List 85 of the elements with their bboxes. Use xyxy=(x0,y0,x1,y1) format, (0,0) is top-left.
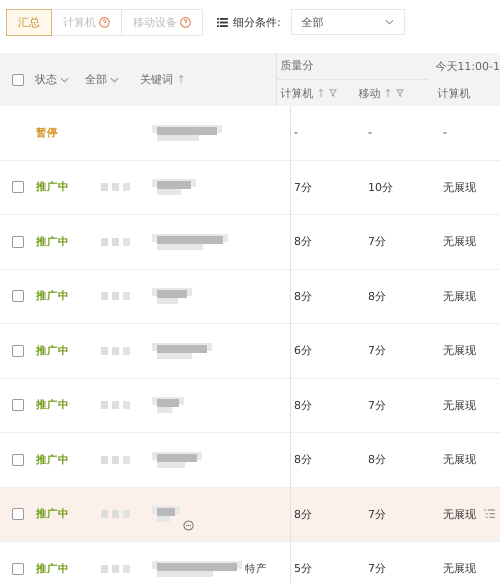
table-cell: 无展现 xyxy=(443,288,476,304)
table-row[interactable]: 推广中 8分 8分 无展现 xyxy=(0,270,500,324)
table-cell-text: 8分 xyxy=(368,288,387,304)
table-cell-text: 7分 xyxy=(368,506,387,522)
table-cell: 无展现 xyxy=(443,180,476,195)
blurred-text xyxy=(152,395,184,416)
status-header[interactable]: 状态 xyxy=(35,72,85,87)
table-cell: 无展现 xyxy=(443,343,476,358)
table-row[interactable]: 推广中 7分 10分 无展现 xyxy=(0,160,500,215)
row-checkbox[interactable] xyxy=(12,508,24,520)
status-label[interactable]: 推广中 xyxy=(36,344,97,358)
status-label[interactable]: 推广中 xyxy=(36,180,97,194)
blurred-text xyxy=(101,183,131,192)
filter-select[interactable]: 全部 xyxy=(290,9,405,35)
table-cell-text: 7分 xyxy=(368,398,387,413)
blurred-text xyxy=(152,450,202,470)
table-row[interactable]: 推广中 8分 7分 无展现 xyxy=(0,378,500,433)
table-cell: - xyxy=(443,126,447,140)
blurred-text xyxy=(101,292,131,300)
table-cell: 8分 xyxy=(290,215,368,268)
table-cell-text: 10分 xyxy=(368,180,394,195)
chevron-down-icon xyxy=(110,76,119,82)
filter-label: 细分条件: xyxy=(233,14,281,30)
list-icon[interactable] xyxy=(484,509,495,520)
table-row[interactable]: 推广中 6分 7分 无展现 xyxy=(0,324,500,378)
table-cell: 7分 xyxy=(290,160,368,214)
row-checkbox[interactable] xyxy=(12,399,24,412)
table-cell: 8分 xyxy=(290,378,368,432)
keyword-header[interactable]: 关键词 ↑ xyxy=(140,72,186,87)
status-label[interactable]: 推广中 xyxy=(36,452,97,467)
table-cell: 无展现 xyxy=(443,561,476,576)
table-cell-text: 8分 xyxy=(368,452,387,468)
table-row[interactable]: 推广中 8分 7分 无展现 xyxy=(0,215,500,270)
status-label[interactable]: 推广中 xyxy=(36,398,97,412)
quality-score-header: 质量分 xyxy=(277,53,428,80)
blurred-text xyxy=(152,122,222,143)
scope-header[interactable]: 全部 xyxy=(85,72,140,87)
blurred-text xyxy=(101,346,131,355)
table-cell: 5分 xyxy=(290,542,368,583)
blurred-text xyxy=(101,238,131,246)
time-range-header: 今天11:00-1 xyxy=(434,59,500,74)
status-label[interactable]: 推广中 xyxy=(36,562,97,576)
row-checkbox[interactable] xyxy=(12,454,24,466)
table-row[interactable]: 推广中 8分 7分 无展现 xyxy=(0,488,500,542)
column-header[interactable]: 计算机 ↑ xyxy=(277,86,356,100)
chevron-down-icon xyxy=(60,76,69,82)
table-cell: 8分 xyxy=(290,488,368,541)
table-cell: 无展现 xyxy=(443,506,476,522)
blurred-text xyxy=(152,504,180,524)
table-cell: 无展现 xyxy=(443,452,476,468)
table-cell: 无展现 xyxy=(443,398,476,413)
table-cell-text: 7分 xyxy=(368,561,387,576)
select-all-checkbox[interactable] xyxy=(12,74,24,86)
row-checkbox[interactable] xyxy=(12,236,24,248)
status-label[interactable]: 推广中 xyxy=(36,234,97,249)
blurred-text xyxy=(152,177,196,198)
tab[interactable]: 汇总 xyxy=(6,8,52,36)
row-checkbox[interactable] xyxy=(12,181,24,194)
status-label[interactable]: 推广中 xyxy=(36,289,97,304)
list-icon xyxy=(217,18,228,26)
blurred-text xyxy=(101,456,131,464)
keyword-text: 特产 xyxy=(245,562,267,576)
column-header[interactable]: 计算机 xyxy=(430,86,470,100)
row-checkbox[interactable] xyxy=(12,290,24,302)
blurred-text xyxy=(101,510,131,518)
table-row[interactable]: 暂停 - - - xyxy=(0,106,500,160)
blurred-text xyxy=(152,340,212,361)
chevron-down-icon xyxy=(384,19,394,25)
table-cell: - xyxy=(290,106,368,160)
table-cell-text: 7分 xyxy=(368,343,387,358)
blurred-text xyxy=(101,401,131,410)
row-checkbox[interactable] xyxy=(12,562,24,575)
blurred-text xyxy=(152,286,192,306)
table-row[interactable]: 推广中 特产 5分 7分 无展现 xyxy=(0,542,500,583)
table-cell: 8分 xyxy=(290,270,368,323)
blurred-text xyxy=(101,564,131,573)
status-label[interactable]: 推广中 xyxy=(36,507,97,522)
table-cell-text: 7分 xyxy=(368,234,387,250)
table-cell-text: - xyxy=(368,126,373,140)
table-cell: 无展现 xyxy=(443,234,476,250)
table-cell: 6分 xyxy=(290,324,368,378)
table-cell: 8分 xyxy=(290,433,368,486)
comment-icon[interactable] xyxy=(183,520,194,531)
column-header[interactable]: 移动 ↑ xyxy=(355,86,430,100)
row-checkbox[interactable] xyxy=(12,344,24,357)
